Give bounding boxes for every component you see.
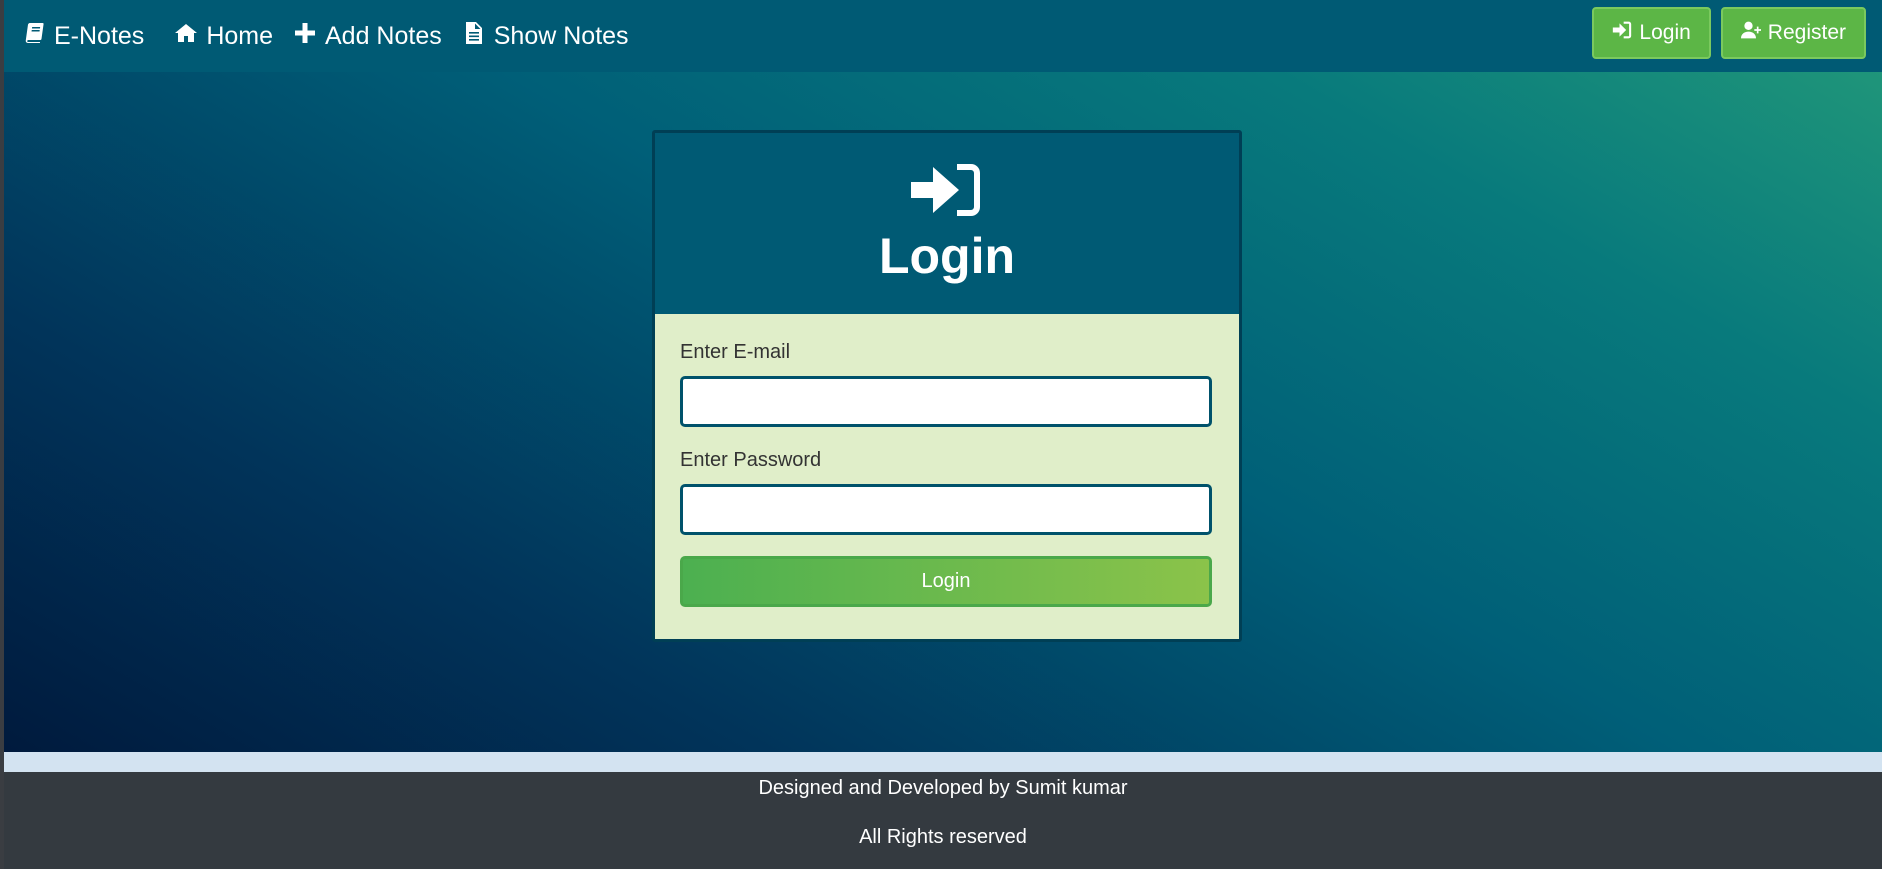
file-icon bbox=[462, 21, 486, 52]
login-card-header: Login bbox=[655, 133, 1239, 314]
nav-actions: Login Register bbox=[1592, 7, 1866, 59]
footer-rights: All Rights reserved bbox=[859, 826, 1027, 848]
plus-icon bbox=[293, 21, 317, 52]
login-form: Enter E-mail Enter Password Login bbox=[655, 314, 1239, 607]
login-submit-button[interactable]: Login bbox=[680, 556, 1212, 607]
password-field[interactable] bbox=[680, 484, 1212, 535]
sign-in-icon bbox=[1612, 20, 1632, 46]
nav-links: E-Notes Home Add Notes Show Notes bbox=[4, 0, 649, 72]
login-card: Login Enter E-mail Enter Password Login bbox=[652, 130, 1242, 642]
nav-home[interactable]: Home bbox=[174, 21, 273, 52]
nav-show-notes-label: Show Notes bbox=[493, 21, 629, 50]
nav-add-notes[interactable]: Add Notes bbox=[293, 21, 442, 52]
nav-home-label: Home bbox=[206, 21, 273, 50]
book-icon bbox=[22, 21, 46, 52]
password-label: Enter Password bbox=[680, 449, 822, 471]
footer-divider bbox=[4, 752, 1882, 772]
email-field[interactable] bbox=[680, 376, 1212, 427]
nav-register-label: Register bbox=[1767, 21, 1846, 44]
user-plus-icon bbox=[1740, 20, 1761, 46]
brand-link[interactable]: E-Notes bbox=[22, 21, 144, 52]
footer-credit: Designed and Developed by Sumit kumar bbox=[758, 777, 1128, 799]
nav-login-label: Login bbox=[1639, 21, 1691, 44]
password-group: Enter Password bbox=[680, 449, 1214, 535]
nav-register-button[interactable]: Register bbox=[1720, 7, 1866, 59]
home-icon bbox=[174, 21, 198, 52]
nav-add-notes-label: Add Notes bbox=[325, 21, 442, 50]
email-group: Enter E-mail bbox=[680, 341, 1214, 427]
brand-label: E-Notes bbox=[54, 21, 145, 50]
top-navbar: E-Notes Home Add Notes Show Notes Login … bbox=[4, 0, 1882, 72]
login-title: Login bbox=[878, 228, 1016, 284]
nav-show-notes[interactable]: Show Notes bbox=[462, 21, 629, 52]
sign-in-icon bbox=[911, 161, 983, 219]
page-footer: Designed and Developed by Sumit kumar Al… bbox=[4, 772, 1882, 869]
nav-login-button[interactable]: Login bbox=[1592, 7, 1711, 59]
email-label: Enter E-mail bbox=[680, 341, 791, 363]
hero-section: Login Enter E-mail Enter Password Login bbox=[4, 72, 1882, 752]
